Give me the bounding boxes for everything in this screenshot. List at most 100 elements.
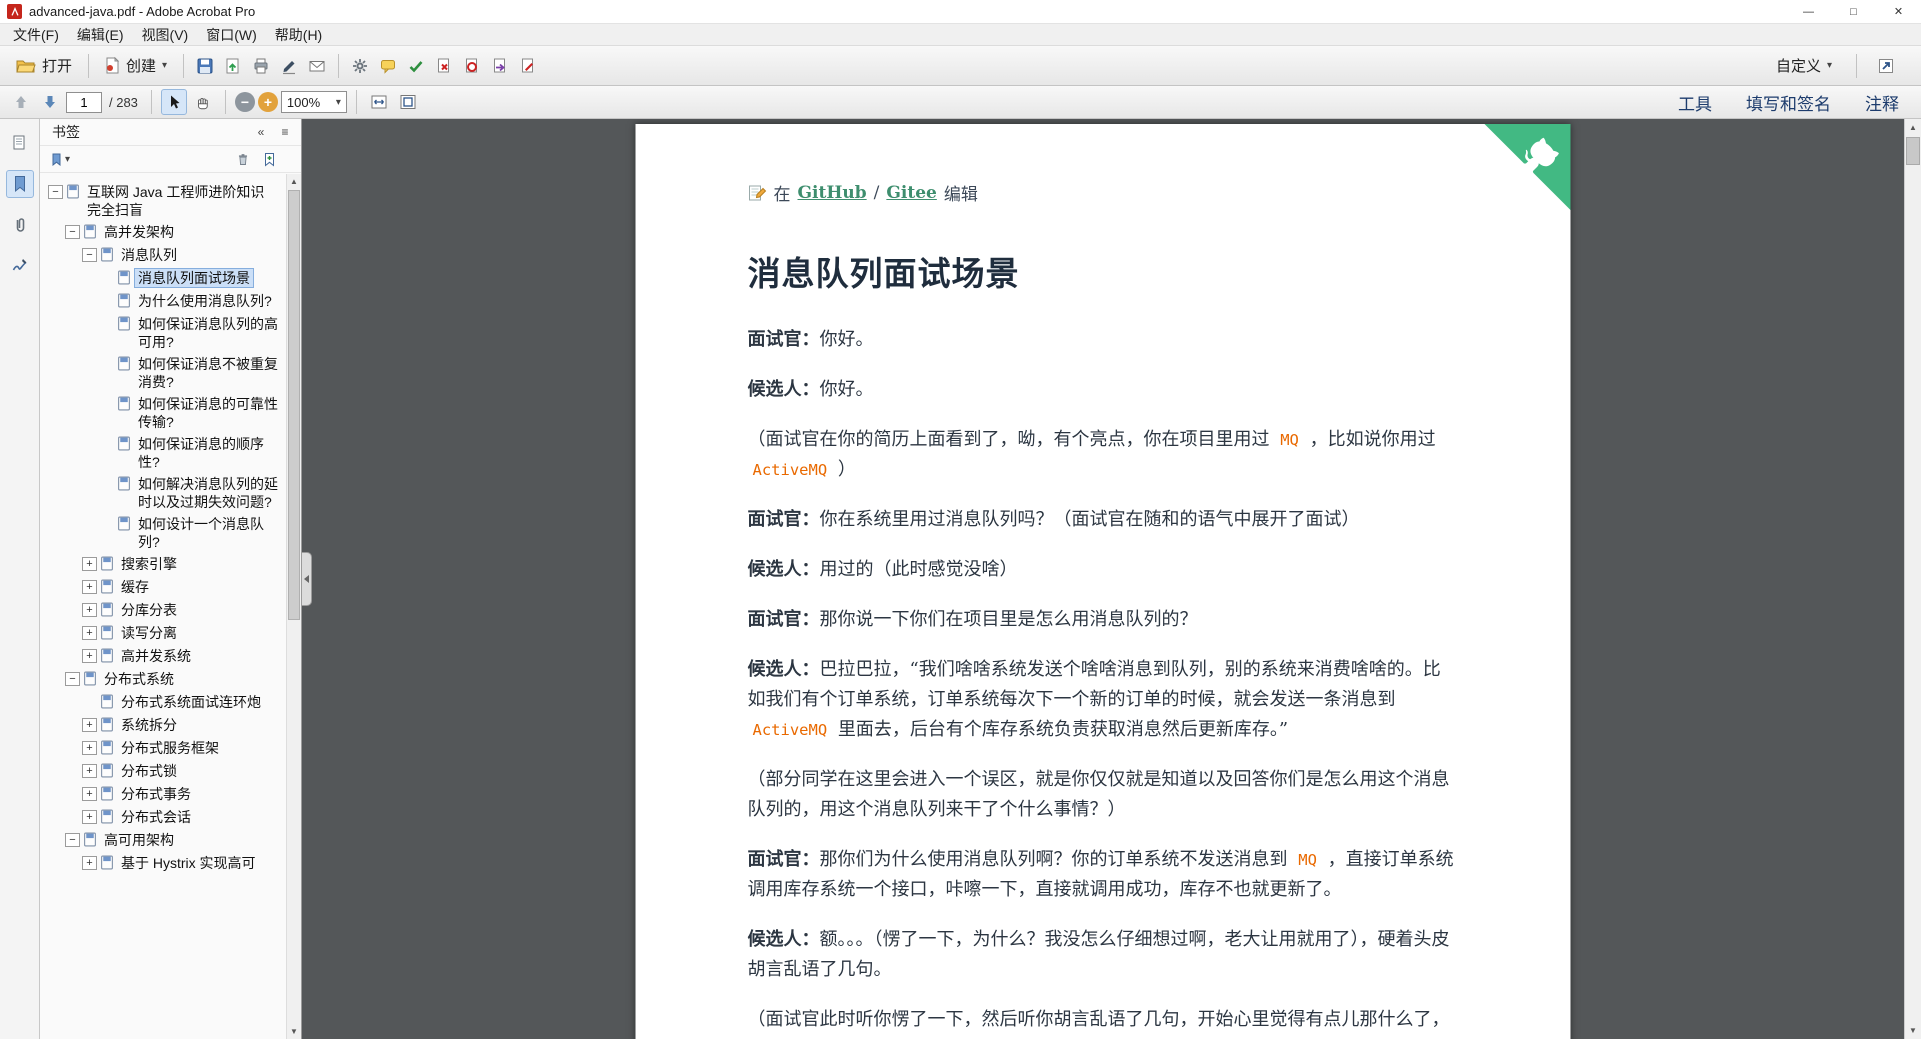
menu-view[interactable]: 视图(V) <box>133 23 198 47</box>
bookmark-item[interactable]: + 读写分离 <box>42 624 281 643</box>
bookmark-label[interactable]: 如何保证消息不被重复消费? <box>135 355 281 391</box>
page-number-input[interactable] <box>66 91 102 113</box>
new-bookmark-button[interactable] <box>259 149 279 169</box>
expand-node-icon[interactable]: + <box>82 580 97 594</box>
bookmark-label[interactable]: 系统拆分 <box>118 716 180 734</box>
comment-icon[interactable] <box>375 53 401 79</box>
minimize-button[interactable]: — <box>1786 0 1831 23</box>
bookmark-item[interactable]: 为什么使用消息队列? <box>42 292 281 311</box>
expand-node-icon[interactable]: + <box>82 764 97 778</box>
share-icon[interactable] <box>220 53 246 79</box>
customize-button[interactable]: 自定义 ▾ <box>1768 51 1840 80</box>
zoom-in-button[interactable]: + <box>257 92 278 112</box>
sign-icon[interactable] <box>276 53 302 79</box>
bookmark-item[interactable]: 分布式系统面试连环炮 <box>42 693 281 712</box>
bookmark-item[interactable]: 如何保证消息的可靠性传输? <box>42 395 281 431</box>
menu-window[interactable]: 窗口(W) <box>197 23 266 47</box>
bookmark-label[interactable]: 分布式系统面试连环炮 <box>118 693 264 711</box>
bookmark-label[interactable]: 为什么使用消息队列? <box>135 292 275 310</box>
bookmark-item[interactable]: + 缓存 <box>42 578 281 597</box>
github-link[interactable]: GitHub <box>798 183 867 203</box>
delete-bookmark-button[interactable] <box>233 149 253 169</box>
document-scrollbar[interactable]: ▲ ▼ <box>1904 119 1921 1039</box>
bookmark-label[interactable]: 分布式锁 <box>118 762 180 780</box>
bookmark-label[interactable]: 分库分表 <box>118 601 180 619</box>
bookmark-label[interactable]: 搜索引擎 <box>118 555 180 573</box>
signatures-icon[interactable] <box>6 252 34 280</box>
bookmark-item[interactable]: 如何设计一个消息队列? <box>42 515 281 551</box>
bookmark-item[interactable]: + 分布式服务框架 <box>42 739 281 758</box>
open-button[interactable]: 打开 <box>8 51 80 80</box>
expand-node-icon[interactable]: + <box>82 856 97 870</box>
bookmark-label[interactable]: 互联网 Java 工程师进阶知识完全扫盲 <box>84 183 281 219</box>
collapse-node-icon[interactable]: − <box>65 833 80 847</box>
expand-node-icon[interactable]: + <box>82 810 97 824</box>
collapse-node-icon[interactable]: − <box>82 248 97 262</box>
bookmarks-scrollbar[interactable]: ▲ ▼ <box>286 174 301 1039</box>
menu-edit[interactable]: 编辑(E) <box>68 23 133 47</box>
previous-page-icon[interactable] <box>8 89 34 115</box>
bookmark-options-button[interactable]: ▾ <box>48 149 73 169</box>
bookmark-label[interactable]: 分布式服务框架 <box>118 739 222 757</box>
bookmark-item[interactable]: 如何保证消息不被重复消费? <box>42 355 281 391</box>
bookmark-item[interactable]: − 高并发架构 <box>42 223 281 242</box>
scroll-up-icon[interactable]: ▲ <box>1905 119 1921 136</box>
save-icon[interactable] <box>192 53 218 79</box>
bookmark-label[interactable]: 如何保证消息队列的高可用? <box>135 315 281 351</box>
bookmark-label[interactable]: 如何保证消息的可靠性传输? <box>135 395 281 431</box>
approve-stamp-icon[interactable] <box>403 53 429 79</box>
preferences-gear-icon[interactable] <box>347 53 373 79</box>
collapse-node-icon[interactable]: − <box>48 185 63 199</box>
bookmark-label[interactable]: 消息队列 <box>118 246 180 264</box>
expand-node-icon[interactable]: + <box>82 626 97 640</box>
panel-collapse-grip[interactable] <box>302 552 312 606</box>
bookmark-item[interactable]: − 消息队列 <box>42 246 281 265</box>
attachments-icon[interactable] <box>6 211 34 239</box>
comment-pane-button[interactable]: 注释 <box>1865 90 1899 115</box>
close-button[interactable]: ✕ <box>1876 0 1921 23</box>
bookmark-item[interactable]: + 分布式锁 <box>42 762 281 781</box>
scroll-up-icon[interactable]: ▲ <box>287 174 301 189</box>
print-icon[interactable] <box>248 53 274 79</box>
panel-menu-button[interactable]: ≡ <box>275 122 295 142</box>
scroll-down-icon[interactable]: ▼ <box>287 1024 301 1039</box>
expand-node-icon[interactable]: + <box>82 649 97 663</box>
bookmark-label[interactable]: 如何设计一个消息队列? <box>135 515 281 551</box>
next-page-icon[interactable] <box>37 89 63 115</box>
expand-node-icon[interactable]: + <box>82 741 97 755</box>
collapse-node-icon[interactable]: − <box>65 672 80 686</box>
bookmark-item[interactable]: + 基于 Hystrix 实现高可 <box>42 854 281 873</box>
bookmark-label[interactable]: 消息队列面试场景 <box>134 268 254 288</box>
bookmark-item[interactable]: + 搜索引擎 <box>42 555 281 574</box>
expand-node-icon[interactable]: + <box>82 557 97 571</box>
fill-sign-pane-button[interactable]: 填写和签名 <box>1746 90 1831 115</box>
page-thumbnails-icon[interactable] <box>6 129 34 157</box>
bookmark-item[interactable]: + 分布式会话 <box>42 808 281 827</box>
tools-pane-button[interactable]: 工具 <box>1678 90 1712 115</box>
bookmark-label[interactable]: 基于 Hystrix 实现高可 <box>118 854 259 872</box>
bookmark-label[interactable]: 分布式会话 <box>118 808 194 826</box>
maximize-button[interactable]: □ <box>1831 0 1876 23</box>
export-pdf-icon[interactable] <box>487 53 513 79</box>
bookmark-item[interactable]: − 分布式系统 <box>42 670 281 689</box>
bookmark-label[interactable]: 高可用架构 <box>101 831 177 849</box>
collapse-node-icon[interactable]: − <box>65 225 80 239</box>
bookmark-item[interactable]: 如何保证消息的顺序性? <box>42 435 281 471</box>
bookmark-item[interactable]: 如何保证消息队列的高可用? <box>42 315 281 351</box>
hand-tool-icon[interactable] <box>190 89 216 115</box>
email-icon[interactable] <box>304 53 330 79</box>
scroll-down-icon[interactable]: ▼ <box>1905 1022 1921 1039</box>
scrollbar-thumb[interactable] <box>288 190 300 620</box>
scrollbar-thumb[interactable] <box>1906 137 1920 165</box>
github-corner-icon[interactable] <box>1484 124 1571 210</box>
bookmark-label[interactable]: 分布式事务 <box>118 785 194 803</box>
bookmark-item[interactable]: − 互联网 Java 工程师进阶知识完全扫盲 <box>42 183 281 219</box>
bookmark-label[interactable]: 高并发架构 <box>101 223 177 241</box>
expand-node-icon[interactable]: + <box>82 718 97 732</box>
bookmark-item[interactable]: + 分库分表 <box>42 601 281 620</box>
zoom-level-select[interactable]: 100% ▾ <box>280 91 347 113</box>
bookmark-label[interactable]: 缓存 <box>118 578 152 596</box>
zoom-out-button[interactable]: − <box>234 92 255 112</box>
fit-page-icon[interactable] <box>395 89 421 115</box>
bookmark-label[interactable]: 如何保证消息的顺序性? <box>135 435 281 471</box>
